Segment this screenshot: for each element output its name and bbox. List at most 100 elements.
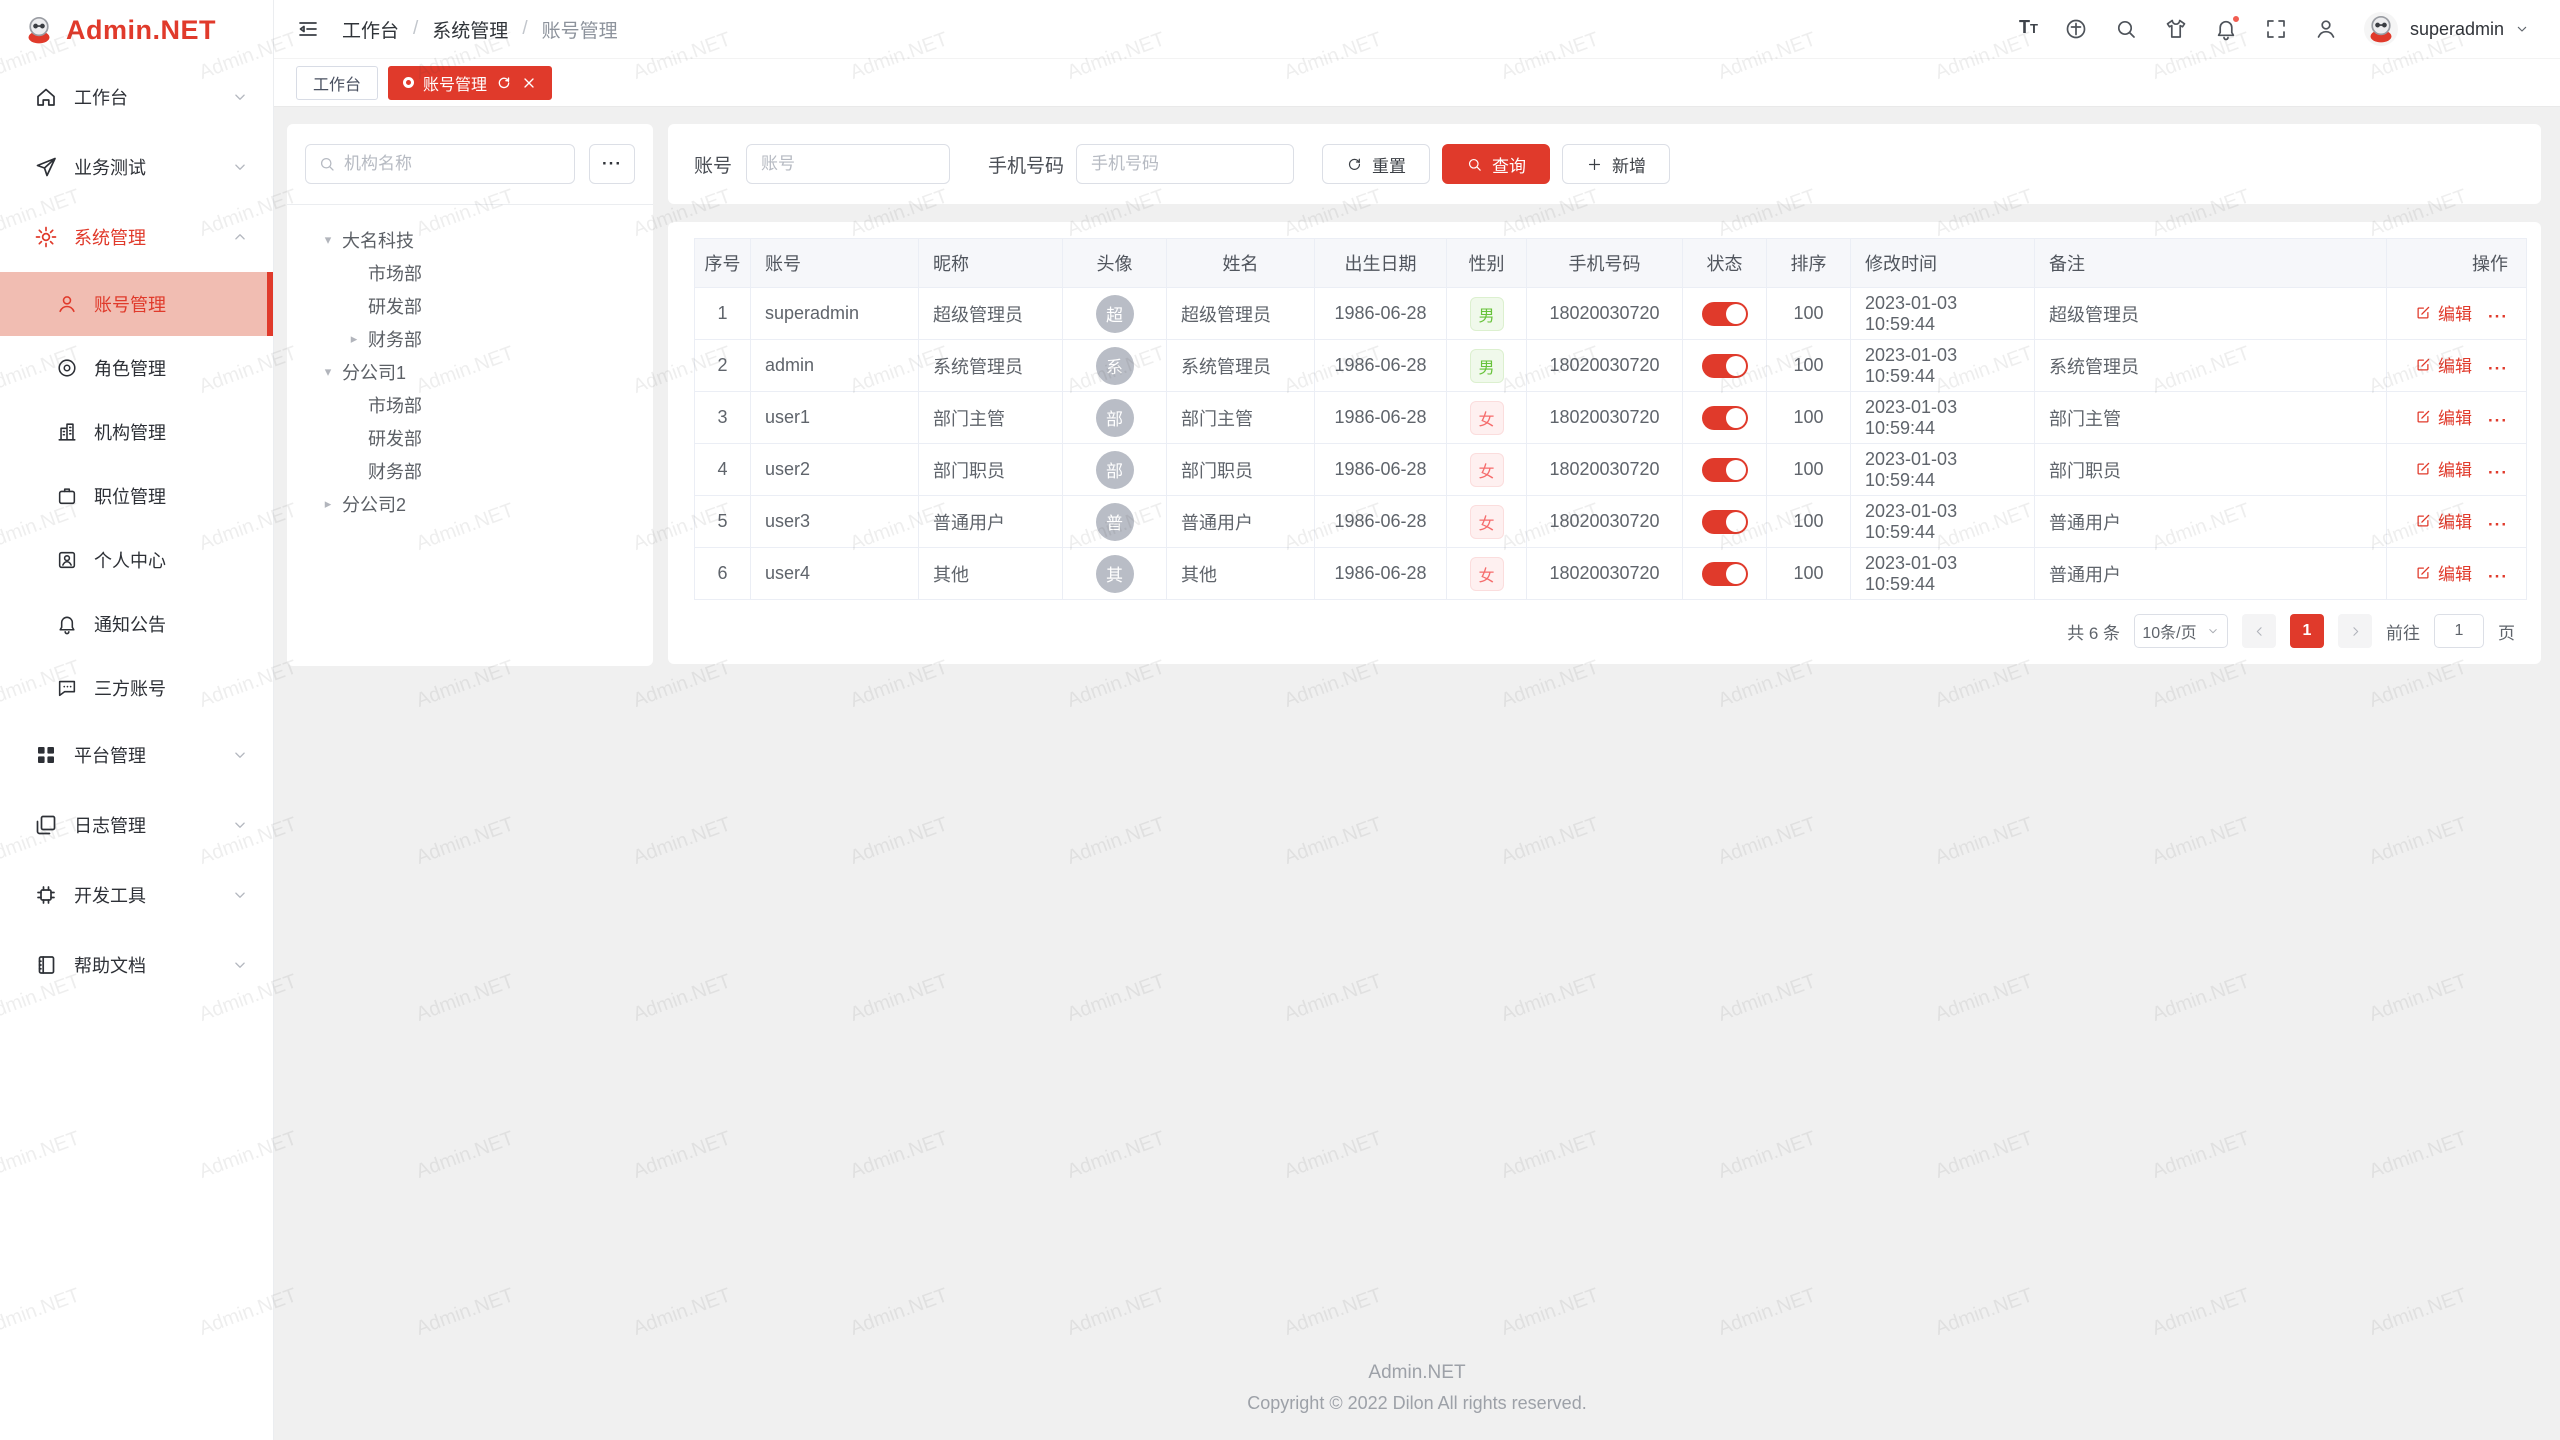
table-row: 6user4其他其其他1986-06-28女180200307201002023… (695, 548, 2527, 600)
org-search-field[interactable] (305, 144, 575, 184)
gender-tag: 女 (1470, 557, 1504, 591)
tree-node[interactable]: 市场部 (305, 256, 635, 289)
sidebar-item-dev-tools[interactable]: 开发工具 (0, 860, 273, 930)
sidebar-item-platform-management[interactable]: 平台管理 (0, 720, 273, 790)
logo[interactable]: Admin.NET (0, 0, 273, 60)
edit-button[interactable]: 编辑 (2414, 508, 2472, 533)
avatar: 部 (1096, 399, 1134, 437)
tree-node[interactable]: ▾大名科技 (305, 223, 635, 256)
menu-fold-icon[interactable] (296, 17, 320, 41)
prev-page-button[interactable] (2242, 614, 2276, 648)
status-toggle[interactable] (1702, 458, 1748, 482)
cell-phone: 18020030720 (1527, 496, 1683, 548)
row-more-button[interactable]: ··· (2488, 463, 2508, 482)
tab-account-management[interactable]: 账号管理 (388, 66, 552, 100)
edit-button[interactable]: 编辑 (2414, 560, 2472, 585)
breadcrumb-item[interactable]: 系统管理 (432, 16, 508, 43)
tree-node[interactable]: 研发部 (305, 289, 635, 322)
search-icon[interactable] (2114, 17, 2138, 41)
tree-node[interactable]: 财务部 (305, 454, 635, 487)
status-toggle[interactable] (1702, 562, 1748, 586)
bell-icon (56, 613, 78, 635)
cell-actions: 编辑 ··· (2387, 548, 2527, 600)
caret-right-icon[interactable]: ▸ (345, 331, 363, 347)
chevron-right-icon (2348, 624, 2363, 639)
refresh-icon[interactable] (496, 75, 512, 91)
edit-button[interactable]: 编辑 (2414, 300, 2472, 325)
tree-node[interactable]: ▸分公司2 (305, 487, 635, 520)
tab-label: 工作台 (313, 71, 361, 95)
notification-icon[interactable] (2214, 17, 2238, 41)
status-toggle[interactable] (1702, 406, 1748, 430)
sidebar-item-system-management[interactable]: 系统管理 (0, 202, 273, 272)
gender-tag: 男 (1470, 349, 1504, 383)
cell-sort: 100 (1767, 548, 1851, 600)
caret-down-icon[interactable]: ▾ (319, 232, 337, 248)
tab-workbench[interactable]: 工作台 (296, 66, 378, 100)
sidebar-item-help-docs[interactable]: 帮助文档 (0, 930, 273, 1000)
add-button[interactable]: 新增 (1562, 144, 1670, 184)
sidebar-item-business-test[interactable]: 业务测试 (0, 132, 273, 202)
edit-button[interactable]: 编辑 (2414, 352, 2472, 377)
status-toggle[interactable] (1702, 354, 1748, 378)
username[interactable]: superadmin (2410, 19, 2504, 40)
breadcrumb-item[interactable]: 工作台 (342, 16, 399, 43)
row-more-button[interactable]: ··· (2488, 567, 2508, 586)
toggle-knob (1726, 304, 1746, 324)
sidebar-item-org-management[interactable]: 机构管理 (0, 400, 273, 464)
chevron-down-icon[interactable] (2514, 21, 2530, 37)
table-row: 4user2部门职员部部门职员1986-06-28女18020030720100… (695, 444, 2527, 496)
user-icon[interactable] (2314, 17, 2338, 41)
plus-icon (1586, 156, 1603, 173)
column-header: 手机号码 (1527, 239, 1683, 288)
cell-sort: 100 (1767, 392, 1851, 444)
reset-button[interactable]: 重置 (1322, 144, 1430, 184)
avatar[interactable] (2364, 12, 2398, 46)
caret-down-icon[interactable]: ▾ (319, 364, 337, 380)
sidebar-item-workbench[interactable]: 工作台 (0, 62, 273, 132)
goto-page-input[interactable] (2434, 614, 2484, 648)
sidebar-item-third-party-account[interactable]: 三方账号 (0, 656, 273, 720)
account-filter-input[interactable] (746, 144, 950, 184)
row-more-button[interactable]: ··· (2488, 359, 2508, 378)
org-more-button[interactable]: ··· (589, 144, 635, 184)
theme-icon[interactable] (2164, 17, 2188, 41)
phone-filter-input[interactable] (1076, 144, 1294, 184)
fullscreen-icon[interactable] (2264, 17, 2288, 41)
caret-right-icon[interactable]: ▸ (319, 496, 337, 512)
toggle-knob (1726, 356, 1746, 376)
tree-node[interactable]: 市场部 (305, 388, 635, 421)
sidebar-item-notice-announcement[interactable]: 通知公告 (0, 592, 273, 656)
cell-nickname: 其他 (919, 548, 1063, 600)
sidebar-item-personal-center[interactable]: 个人中心 (0, 528, 273, 592)
edit-button[interactable]: 编辑 (2414, 404, 2472, 429)
sidebar-item-position-management[interactable]: 职位管理 (0, 464, 273, 528)
search-button[interactable]: 查询 (1442, 144, 1550, 184)
page-size-select[interactable]: 10条/页 (2134, 614, 2228, 648)
gear-icon (34, 225, 58, 249)
org-search-input[interactable] (344, 154, 562, 174)
tree-node[interactable]: ▾分公司1 (305, 355, 635, 388)
language-icon[interactable] (2064, 17, 2088, 41)
cell-index: 3 (695, 392, 751, 444)
close-icon[interactable] (521, 75, 537, 91)
row-more-button[interactable]: ··· (2488, 307, 2508, 326)
font-size-icon[interactable]: TT (2019, 17, 2038, 41)
current-page-button[interactable]: 1 (2290, 614, 2324, 648)
status-toggle[interactable] (1702, 302, 1748, 326)
column-header: 状态 (1683, 239, 1767, 288)
org-tree-panel: ··· ▾大名科技市场部研发部▸财务部▾分公司1市场部研发部财务部▸分公司2 (287, 124, 653, 666)
row-more-button[interactable]: ··· (2488, 515, 2508, 534)
toggle-knob (1726, 564, 1746, 584)
cell-remark: 普通用户 (2035, 496, 2387, 548)
sidebar-item-log-management[interactable]: 日志管理 (0, 790, 273, 860)
sidebar-item-account-management[interactable]: 账号管理 (0, 272, 273, 336)
edit-button[interactable]: 编辑 (2414, 456, 2472, 481)
edit-icon (2414, 512, 2432, 530)
status-toggle[interactable] (1702, 510, 1748, 534)
sidebar-item-role-management[interactable]: 角色管理 (0, 336, 273, 400)
next-page-button[interactable] (2338, 614, 2372, 648)
row-more-button[interactable]: ··· (2488, 411, 2508, 430)
tree-node[interactable]: 研发部 (305, 421, 635, 454)
tree-node[interactable]: ▸财务部 (305, 322, 635, 355)
